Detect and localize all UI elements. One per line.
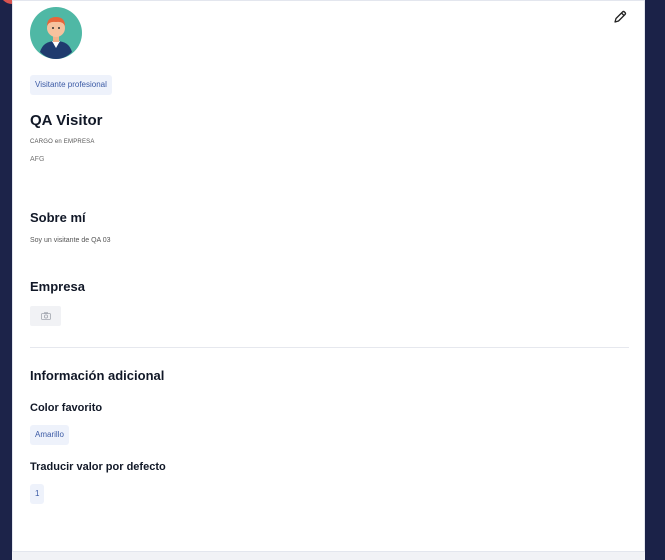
field-value-translate-default: 1 [30, 484, 45, 504]
job-title: CARGO en EMPRESA [30, 139, 95, 145]
edit-profile-button[interactable] [612, 9, 628, 25]
about-title: Sobre mí [30, 210, 86, 225]
camera-icon [40, 307, 51, 325]
company-code: AFG [30, 156, 45, 163]
visitor-type-badge: Visitante profesional [30, 75, 112, 95]
profile-name: QA Visitor [30, 112, 103, 129]
field-label-translate-default: Traducir valor por defecto [30, 461, 166, 473]
pencil-icon [612, 10, 628, 29]
about-text: Soy un visitante de QA 03 [30, 237, 111, 244]
company-title: Empresa [30, 279, 85, 294]
section-divider [30, 347, 629, 348]
panel-bottom-bar [12, 552, 645, 560]
company-logo-placeholder [30, 306, 61, 326]
avatar [30, 7, 82, 59]
field-value-favorite-color: Amarillo [30, 425, 69, 445]
field-label-favorite-color: Color favorito [30, 402, 103, 414]
additional-info-title: Información adicional [30, 368, 165, 383]
app-right-edge [645, 0, 665, 560]
profile-panel: Visitante profesional QA Visitor CARGO e… [12, 0, 645, 552]
app-sidebar-edge [0, 0, 12, 560]
